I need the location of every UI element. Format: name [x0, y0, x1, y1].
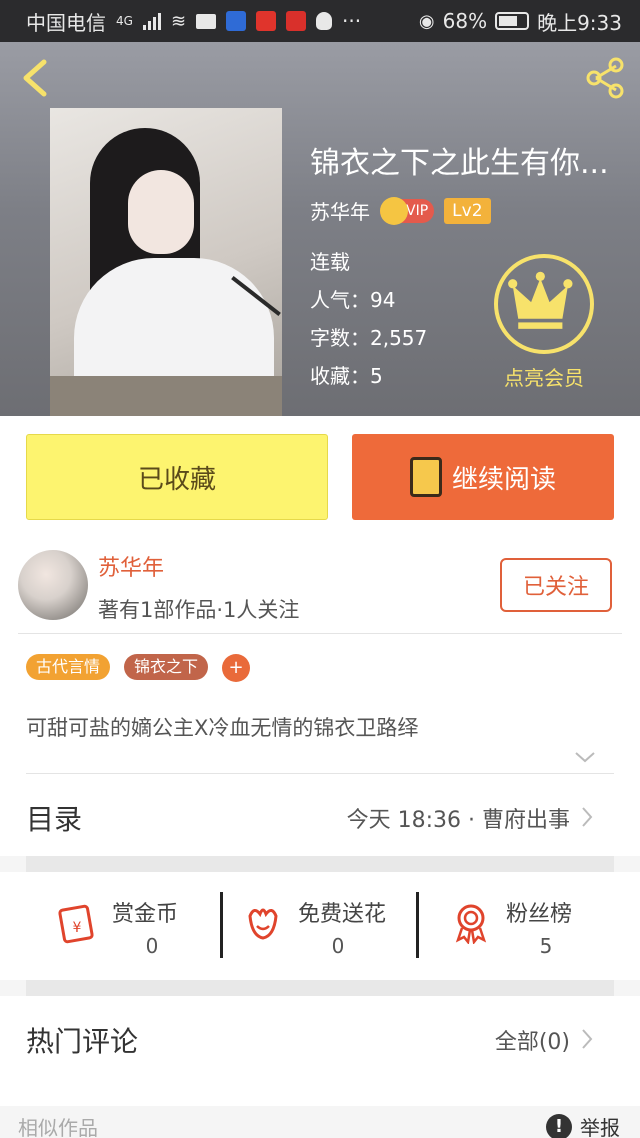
eye-icon: ◉ [418, 10, 435, 32]
red-envelope-icon: ¥ [58, 904, 94, 944]
book-cover-image[interactable] [50, 108, 282, 416]
app-notification-icon [226, 11, 247, 31]
latest-chapter[interactable]: 今天 18:36 · 曹府出事 [347, 802, 570, 834]
battery-percent: 68% [442, 9, 488, 33]
all-comments-link[interactable]: 全部(0) [495, 1024, 570, 1056]
member-button[interactable]: 点亮会员 [494, 254, 596, 391]
popularity-value: 94 [370, 288, 396, 312]
hot-comments-title: 热门评论 [26, 1025, 139, 1058]
battery-icon [495, 12, 530, 30]
author-card-name[interactable]: 苏华年 [98, 550, 164, 582]
author-card[interactable]: 苏华年 著有1部作品·1人关注 已关注 [0, 540, 640, 634]
similar-works-heading: 相似作品 [18, 1116, 98, 1138]
warning-icon: ! [546, 1113, 572, 1138]
hot-comments-row[interactable]: 热门评论 全部(0) [0, 996, 640, 1106]
author-name[interactable]: 苏华年 [310, 196, 370, 225]
section-gap [26, 856, 614, 872]
vip-label: VIP [406, 202, 429, 219]
vip-badge: VIP [380, 196, 435, 225]
crown-icon [494, 254, 594, 354]
more-notifications-icon: ··· [342, 9, 362, 33]
clock: 晚上9:33 [537, 10, 622, 35]
chevron-right-icon [582, 1029, 593, 1049]
qq-icon [316, 12, 333, 30]
favorites-value: 5 [370, 364, 383, 388]
fan-ranking-label: 粉丝榜 [506, 902, 573, 927]
continue-reading-button[interactable]: 继续阅读 [352, 434, 614, 520]
section-gap [26, 980, 614, 996]
word-count-value: 2,557 [370, 326, 428, 350]
book-icon [409, 457, 442, 497]
fan-ranking-item[interactable]: 粉丝榜 5 [450, 890, 640, 960]
back-arrow-icon[interactable] [16, 56, 56, 100]
book-title: 锦衣之下之此生有你... [310, 146, 609, 181]
send-flower-item[interactable]: 免费送花 0 [242, 890, 432, 960]
avatar[interactable] [18, 550, 88, 620]
coin-reward-item[interactable]: ¥ 赏金币 0 [56, 890, 246, 960]
level-badge: Lv2 [444, 197, 491, 224]
coin-reward-label: 赏金币 [112, 902, 179, 927]
chevron-right-icon [582, 807, 593, 827]
tag-series[interactable]: 锦衣之下 [124, 654, 209, 680]
popularity-stat: 人气：94 [310, 288, 396, 312]
report-label: 举报 [580, 1116, 620, 1138]
favorited-button[interactable]: 已收藏 [26, 434, 328, 520]
status-bar: 中国电信 4G ≋ ··· ◉ 68% 晚上9:33 [0, 0, 640, 42]
follow-button[interactable]: 已关注 [500, 558, 612, 612]
member-label: 点亮会员 [504, 366, 584, 390]
tag-ancient-romance[interactable]: 古代言情 [26, 654, 111, 680]
favorites-stat: 收藏：5 [310, 364, 383, 388]
app-notification-icon [256, 11, 277, 31]
divider [416, 892, 419, 958]
divider [220, 892, 223, 958]
signal-icon [142, 12, 161, 30]
serial-status: 连载 [310, 250, 350, 274]
add-tag-button[interactable]: + [222, 654, 250, 682]
author-row: 苏华年 VIP Lv2 [310, 196, 491, 225]
app-notification-icon [286, 11, 307, 31]
word-count-stat: 字数：2,557 [310, 326, 428, 350]
carrier-label: 中国电信 [26, 10, 106, 35]
send-flower-value: 0 [331, 934, 345, 958]
toc-title: 目录 [26, 803, 83, 836]
coin-reward-value: 0 [145, 934, 159, 958]
continue-reading-label: 继续阅读 [451, 464, 556, 495]
book-header: 锦衣之下之此生有你... 苏华年 VIP Lv2 连载 人气：94 字数：2,5… [0, 42, 640, 416]
send-flower-label: 免费送花 [298, 902, 387, 927]
vip-crown-icon [380, 196, 408, 225]
chevron-down-icon[interactable] [574, 750, 596, 764]
svg-text:¥: ¥ [73, 920, 82, 936]
flower-icon [248, 908, 278, 940]
medal-icon [455, 904, 487, 944]
network-label: 4G [116, 14, 133, 28]
book-intro: 可甜可盐的嫡公主X冷血无情的锦衣卫路绎 [26, 716, 419, 740]
wifi-icon: ≋ [170, 10, 187, 32]
briefcase-icon [196, 13, 217, 29]
action-bar: 已收藏 继续阅读 [0, 416, 640, 540]
author-works-summary: 著有1部作品·1人关注 [98, 598, 300, 622]
fan-ranking-value: 5 [539, 934, 553, 958]
report-button[interactable]: ! 举报 [546, 1112, 620, 1138]
table-of-contents-row[interactable]: 目录 今天 18:36 · 曹府出事 [0, 774, 640, 856]
share-icon[interactable] [582, 54, 630, 102]
interaction-stats: ¥ 赏金币 0 免费送花 0 粉丝榜 5 [0, 872, 640, 980]
